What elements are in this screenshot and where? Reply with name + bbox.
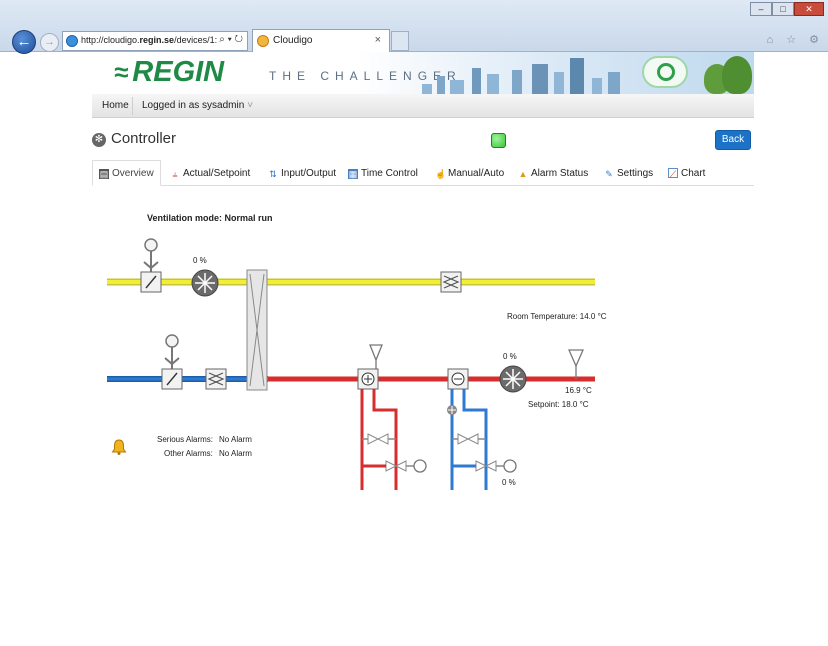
hvac-diagram (107, 238, 595, 490)
serious-alarms-label: Serious Alarms: (157, 435, 214, 444)
outdoor-filter (205, 368, 227, 390)
exhaust-fan (191, 269, 219, 297)
supply-fan-output: 0 % (503, 352, 517, 361)
exhaust-filter (440, 271, 462, 293)
cooling-bypass-valve (452, 433, 486, 445)
room-temperature: Room Temperature: 14.0 °C (507, 312, 607, 321)
exhaust-fan-output: 0 % (193, 256, 207, 265)
heat-exchanger (246, 269, 268, 391)
exhaust-damper (140, 238, 162, 293)
supply-temperature: 16.9 °C (565, 386, 592, 395)
cooling-valve (452, 459, 517, 473)
outdoor-damper (161, 334, 183, 390)
heating-valve (362, 459, 427, 473)
cooling-pump (447, 405, 457, 415)
serious-alarms-value: No Alarm (219, 435, 252, 444)
other-alarms-label: Other Alarms: (164, 449, 213, 458)
supply-setpoint: Setpoint: 18.0 °C (528, 400, 589, 409)
supply-temp-sensor (568, 349, 584, 379)
other-alarms-value: No Alarm (219, 449, 252, 458)
supply-fan (499, 365, 527, 393)
heating-bypass-valve (362, 433, 396, 445)
cooling-valve-output: 0 % (502, 478, 516, 487)
heating-coil (357, 344, 427, 490)
alarm-bell-icon (111, 439, 127, 455)
